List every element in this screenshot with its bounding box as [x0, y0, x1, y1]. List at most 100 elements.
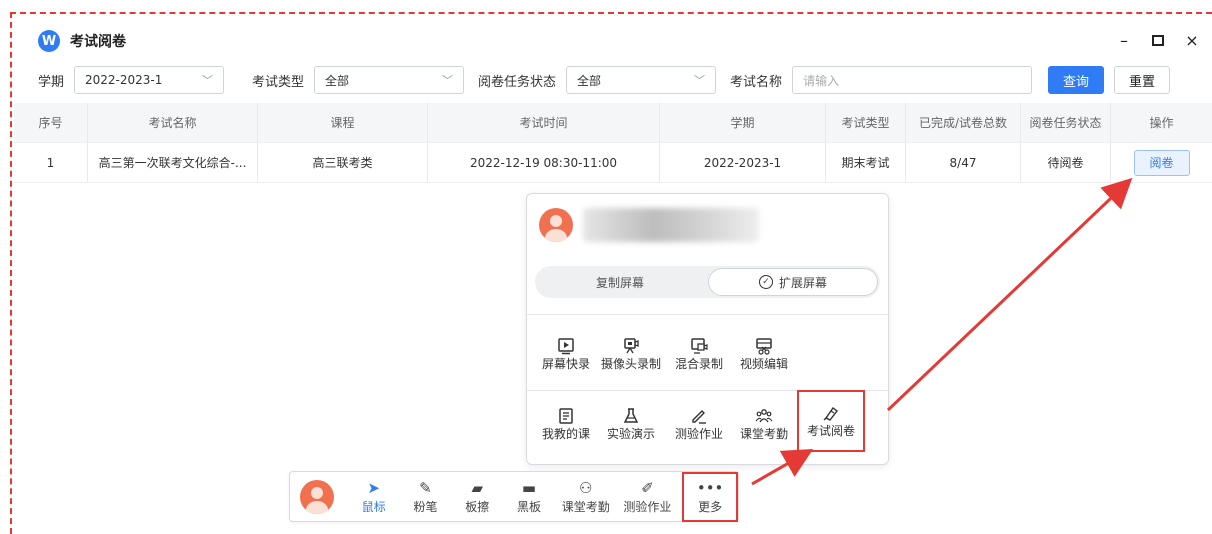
flask-icon [623, 407, 639, 423]
toolbar-label: 更多 [698, 500, 723, 514]
screen-mode-switch: 复制屏幕 ✓ 扩展屏幕 [535, 266, 880, 298]
dashed-border-top [10, 12, 1212, 14]
row-course: 高三联考类 [258, 143, 428, 182]
row-exam-type: 期末考试 [826, 143, 906, 182]
toolbar-label: 鼠标 [361, 500, 386, 514]
col-action: 操作 [1149, 116, 1174, 130]
play-screen-icon [558, 337, 574, 354]
exam-type-select[interactable]: 全部 ﹀ [314, 66, 465, 94]
reset-button[interactable]: 重置 [1114, 66, 1171, 94]
col-term: 学期 [660, 103, 826, 142]
toolbar-quiz[interactable]: ✐ 测验作业 [617, 473, 679, 521]
arrow-to-grade-button [886, 177, 1133, 412]
term-select[interactable]: 2022-2023-1 ﹀ [74, 66, 225, 94]
close-icon[interactable]: × [1184, 28, 1200, 54]
col-progress: 已完成/试卷总数 [906, 103, 1021, 142]
avatar [539, 208, 573, 242]
col-exam-name: 考试名称 [88, 103, 258, 142]
title-bar: W 考试阅卷 – × [38, 28, 1208, 54]
tool-label: 摄像头录制 [600, 356, 661, 371]
row-exam-name: 高三第一次联考文化综合-... [88, 143, 258, 182]
recording-tools: 屏幕快录 摄像头录制 混合录制 视频编辑 [537, 326, 797, 382]
toolbar-mouse[interactable]: ➤ 鼠标 [348, 473, 400, 521]
experiment-demo-tool[interactable]: 实验演示 [595, 396, 667, 452]
eraser-icon: ▰ [471, 479, 483, 497]
row-index: 1 [14, 143, 88, 182]
pen-write-icon: ✐ [641, 479, 654, 497]
toolbar-attendance[interactable]: ⚇ 课堂考勤 [555, 473, 617, 521]
toolbar-blackboard[interactable]: ▬ 黑板 [503, 473, 555, 521]
exam-name-label: 考试名称 [730, 74, 783, 90]
tool-label: 视频编辑 [739, 356, 788, 371]
quiz-homework-tool[interactable]: 测验作业 [667, 396, 731, 452]
chalk-icon: ✎ [419, 479, 432, 497]
divider [527, 314, 888, 315]
toolbar-chalk[interactable]: ✎ 粉笔 [400, 473, 452, 521]
exam-name-input[interactable]: 请输入 [792, 66, 1033, 94]
bottom-toolbar: ➤ 鼠标 ✎ 粉笔 ▰ 板擦 ▬ 黑板 ⚇ 课堂考勤 ✐ 测验作业 ••• 更多 [289, 471, 739, 522]
mixed-record-tool[interactable]: 混合录制 [667, 326, 731, 382]
task-status-select-value: 全部 [577, 73, 602, 88]
app-logo-icon: W [38, 30, 60, 52]
exam-type-select-value: 全部 [325, 73, 350, 88]
attendance-tool[interactable]: 课堂考勤 [731, 396, 797, 452]
window-controls: – × [1116, 28, 1200, 54]
window-title: 考试阅卷 [70, 34, 126, 50]
term-select-value: 2022-2023-1 [85, 73, 163, 87]
grade-button[interactable]: 阅卷 [1133, 149, 1190, 176]
group-icon: ⚇ [578, 479, 593, 497]
video-edit-icon [756, 337, 772, 355]
row-action-cell: 阅卷 [1111, 143, 1212, 182]
chevron-down-icon: ﹀ [694, 74, 706, 87]
chevron-down-icon: ﹀ [442, 74, 454, 87]
col-course: 课程 [258, 103, 428, 142]
col-exam-time: 考试时间 [428, 103, 660, 142]
pen-write-icon [692, 409, 706, 424]
term-label: 学期 [38, 74, 65, 90]
tool-label: 课堂考勤 [739, 426, 788, 441]
minimize-icon[interactable]: – [1116, 28, 1132, 54]
col-exam-type: 考试类型 [826, 103, 906, 142]
check-icon: ✓ [758, 275, 773, 289]
camera-record-tool[interactable]: 摄像头录制 [595, 326, 667, 382]
more-dots-icon: ••• [696, 479, 724, 497]
col-task-status: 阅卷任务状态 [1021, 103, 1111, 142]
toolbar-more[interactable]: ••• 更多 [682, 471, 738, 522]
query-button[interactable]: 查询 [1048, 66, 1105, 94]
exam-type-label: 考试类型 [252, 74, 305, 90]
exam-grading-tool[interactable]: 考试阅卷 [797, 390, 865, 452]
tool-label: 我教的课 [541, 426, 590, 441]
camera-icon [624, 337, 639, 353]
toolbar-label: 课堂考勤 [561, 500, 610, 514]
tool-label: 屏幕快录 [541, 356, 590, 371]
mixed-record-icon [691, 337, 708, 354]
col-index: 序号 [14, 103, 88, 142]
filter-bar: 学期 2022-2023-1 ﹀ 考试类型 全部 ﹀ 阅卷任务状态 全部 ﹀ 考… [38, 66, 1208, 94]
teaching-tools: 我教的课 实验演示 测验作业 课堂考勤 考试阅卷 [537, 390, 865, 452]
extend-screen-label: 扩展屏幕 [778, 275, 827, 290]
my-courses-tool[interactable]: 我教的课 [537, 396, 595, 452]
video-edit-tool[interactable]: 视频编辑 [731, 326, 797, 382]
course-list-icon [559, 407, 573, 424]
tool-label: 实验演示 [606, 426, 655, 441]
tool-label: 测验作业 [674, 426, 723, 441]
screen-record-tool[interactable]: 屏幕快录 [537, 326, 595, 382]
avatar[interactable] [300, 479, 334, 514]
blurred-user-name [583, 208, 759, 242]
toolbar-eraser[interactable]: ▰ 板擦 [451, 473, 503, 521]
more-popup-menu: 复制屏幕 ✓ 扩展屏幕 屏幕快录 摄像头录制 混合录制 视频编辑 我教的课 实验… [526, 193, 889, 465]
toolbar-label: 黑板 [516, 500, 541, 514]
group-icon [755, 408, 773, 422]
toolbar-label: 粉笔 [413, 500, 438, 514]
exam-grading-icon [823, 406, 838, 421]
mirror-screen-option[interactable]: 复制屏幕 [535, 274, 705, 291]
row-task-status: 待阅卷 [1021, 143, 1111, 182]
exam-table: 序号 考试名称 课程 考试时间 学期 考试类型 已完成/试卷总数 阅卷任务状态 … [14, 103, 1212, 183]
task-status-label: 阅卷任务状态 [478, 74, 557, 90]
task-status-select[interactable]: 全部 ﹀ [566, 66, 717, 94]
extend-screen-option[interactable]: ✓ 扩展屏幕 [708, 268, 878, 296]
dashed-border-left [10, 12, 12, 534]
tool-label: 考试阅卷 [806, 423, 855, 438]
toolbar-label: 测验作业 [623, 500, 672, 514]
maximize-icon[interactable] [1150, 28, 1166, 54]
